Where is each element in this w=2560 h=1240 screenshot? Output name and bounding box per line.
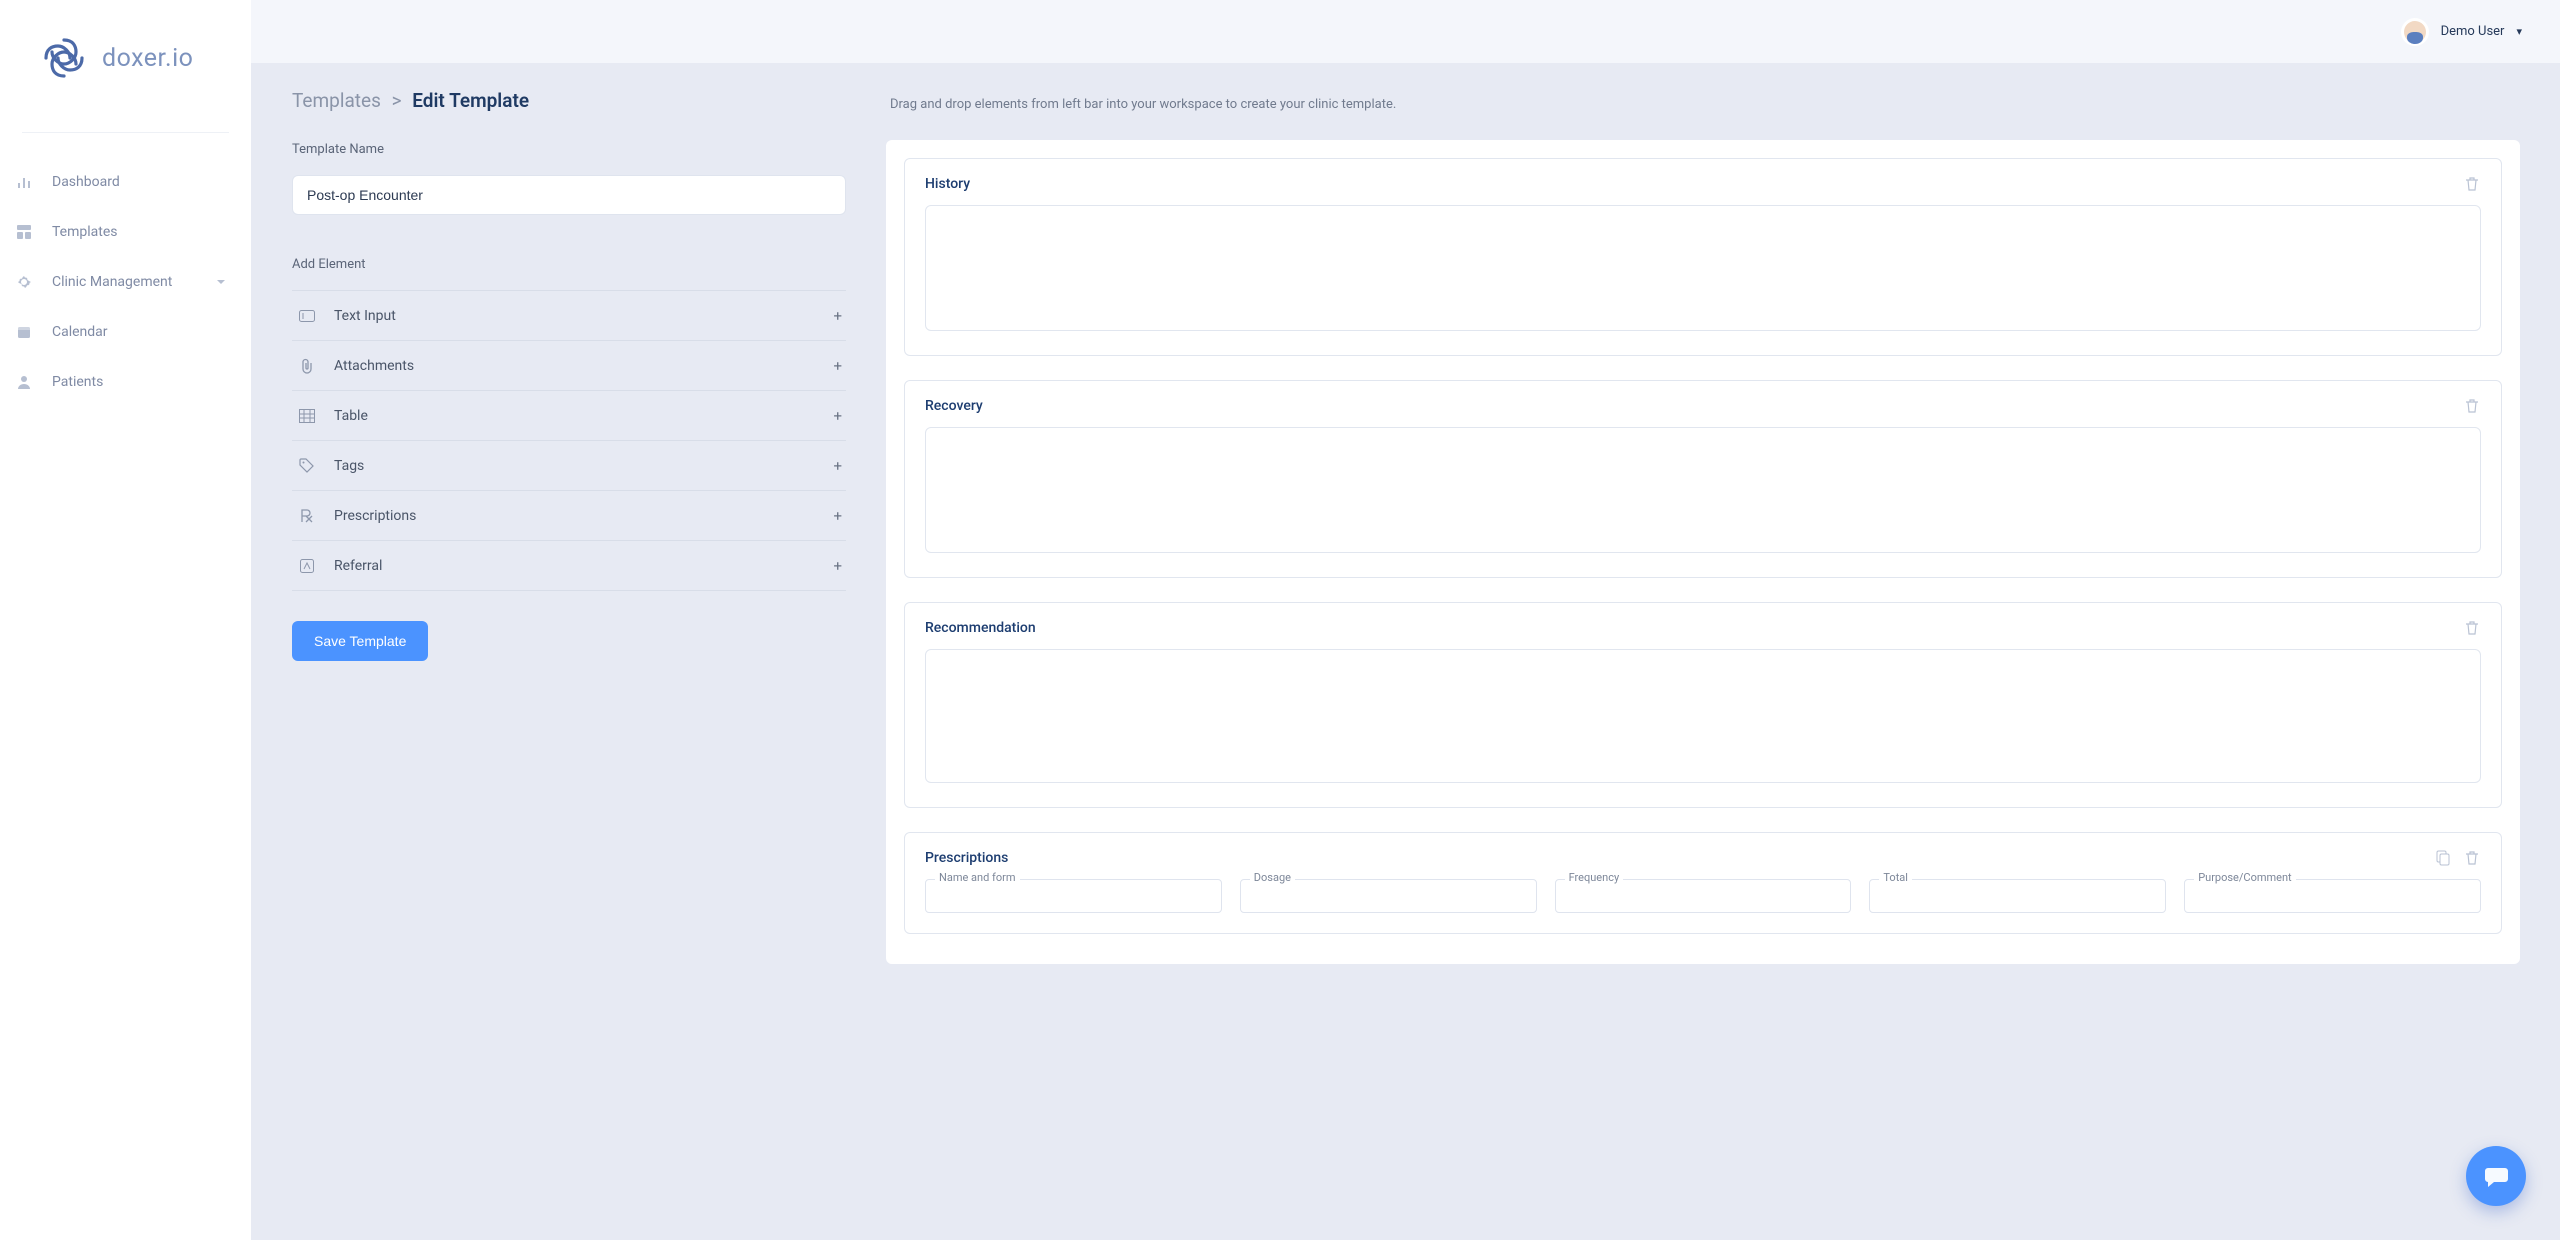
delete-card-button[interactable] <box>2463 849 2481 867</box>
rx-dosage-input[interactable] <box>1240 879 1537 913</box>
breadcrumb-current: Edit Template <box>412 89 529 112</box>
sidebar-item-templates[interactable]: Templates <box>0 207 251 257</box>
rx-name-label: Name and form <box>935 871 1020 884</box>
recommendation-textarea[interactable] <box>925 649 2481 783</box>
sidebar-item-label: Dashboard <box>52 174 120 190</box>
element-referral[interactable]: Referral + <box>292 541 846 591</box>
plus-icon: + <box>833 507 842 525</box>
brand-name: doxer.io <box>102 44 193 73</box>
card-title: Recovery <box>925 398 983 414</box>
workspace-hint: Drag and drop elements from left bar int… <box>890 97 2520 112</box>
rx-purpose-input[interactable] <box>2184 879 2481 913</box>
card-title: History <box>925 176 970 192</box>
card-prescriptions[interactable]: Prescriptions Name and form <box>904 832 2502 934</box>
card-history[interactable]: History <box>904 158 2502 356</box>
element-label: Tags <box>334 458 364 474</box>
builder-panel: Templates > Edit Template Template Name … <box>251 89 886 1240</box>
rx-name-input[interactable] <box>925 879 1222 913</box>
element-table[interactable]: Table + <box>292 391 846 441</box>
plus-icon: + <box>833 557 842 575</box>
delete-card-button[interactable] <box>2463 397 2481 415</box>
calendar-icon <box>14 322 34 342</box>
card-recommendation[interactable]: Recommendation <box>904 602 2502 808</box>
sidebar-item-label: Clinic Management <box>52 274 172 290</box>
user-avatar-icon[interactable] <box>2401 18 2429 46</box>
rx-total-field: Total <box>1869 879 2166 913</box>
sidebar-item-label: Templates <box>52 224 118 240</box>
rx-total-label: Total <box>1879 871 1912 884</box>
save-template-button[interactable]: Save Template <box>292 621 428 661</box>
chat-icon <box>2482 1162 2510 1190</box>
element-text-input[interactable]: Text Input + <box>292 291 846 341</box>
workspace: Drag and drop elements from left bar int… <box>886 89 2560 1240</box>
sidebar-item-clinic-management[interactable]: Clinic Management <box>0 257 251 307</box>
breadcrumb-parent[interactable]: Templates <box>292 89 381 112</box>
bar-chart-icon <box>14 172 34 192</box>
card-title: Recommendation <box>925 620 1036 636</box>
sidebar-nav: Dashboard Templates Clinic Management Ca… <box>0 157 251 407</box>
tag-icon <box>298 457 316 475</box>
text-input-icon <box>298 307 316 325</box>
rx-purpose-label: Purpose/Comment <box>2194 871 2295 884</box>
label-template-name: Template Name <box>292 142 846 157</box>
logo-icon <box>40 34 88 82</box>
chevron-down-icon <box>211 272 231 292</box>
rx-purpose-field: Purpose/Comment <box>2184 879 2481 913</box>
user-name[interactable]: Demo User <box>2441 24 2505 39</box>
recovery-textarea[interactable] <box>925 427 2481 553</box>
plus-icon: + <box>833 407 842 425</box>
element-label: Prescriptions <box>334 508 416 524</box>
delete-card-button[interactable] <box>2463 175 2481 193</box>
label-add-element: Add Element <box>292 257 846 272</box>
sidebar-item-label: Calendar <box>52 324 108 340</box>
template-name-input[interactable] <box>292 175 846 215</box>
rx-frequency-field: Frequency <box>1555 879 1852 913</box>
plus-icon: + <box>833 357 842 375</box>
table-icon <box>298 407 316 425</box>
breadcrumb: Templates > Edit Template <box>292 89 846 112</box>
element-label: Referral <box>334 558 382 574</box>
plus-icon: + <box>833 457 842 475</box>
sidebar-item-label: Patients <box>52 374 103 390</box>
rx-dosage-field: Dosage <box>1240 879 1537 913</box>
rx-frequency-input[interactable] <box>1555 879 1852 913</box>
rx-name-field: Name and form <box>925 879 1222 913</box>
card-recovery[interactable]: Recovery <box>904 380 2502 578</box>
sidebar-divider <box>22 132 229 133</box>
rx-icon <box>298 507 316 525</box>
element-label: Table <box>334 408 368 424</box>
plus-icon: + <box>833 307 842 325</box>
rx-dosage-label: Dosage <box>1250 871 1295 884</box>
delete-card-button[interactable] <box>2463 619 2481 637</box>
templates-icon <box>14 222 34 242</box>
element-label: Attachments <box>334 358 414 374</box>
sidebar-item-calendar[interactable]: Calendar <box>0 307 251 357</box>
user-icon <box>14 372 34 392</box>
element-list: Text Input + Attachments + Table + <box>292 290 846 591</box>
element-attachments[interactable]: Attachments + <box>292 341 846 391</box>
rx-frequency-label: Frequency <box>1565 871 1624 884</box>
chevron-down-icon[interactable]: ▾ <box>2516 25 2522 38</box>
prescription-row: Name and form Dosage Frequency <box>925 879 2481 913</box>
element-label: Text Input <box>334 308 396 324</box>
topbar: Demo User ▾ <box>251 0 2560 63</box>
main: Demo User ▾ Templates > Edit Template Te… <box>251 0 2560 1240</box>
content: Templates > Edit Template Template Name … <box>251 63 2560 1240</box>
chat-launcher-button[interactable] <box>2466 1146 2526 1206</box>
sidebar: doxer.io Dashboard Templates Clinic Mana… <box>0 0 251 1240</box>
element-tags[interactable]: Tags + <box>292 441 846 491</box>
duplicate-card-button[interactable] <box>2433 849 2451 867</box>
sidebar-item-dashboard[interactable]: Dashboard <box>0 157 251 207</box>
element-prescriptions[interactable]: Prescriptions + <box>292 491 846 541</box>
referral-icon <box>298 557 316 575</box>
canvas[interactable]: History Recovery <box>886 140 2520 964</box>
sidebar-item-patients[interactable]: Patients <box>0 357 251 407</box>
rx-total-input[interactable] <box>1869 879 2166 913</box>
breadcrumb-sep: > <box>392 89 402 112</box>
card-title: Prescriptions <box>925 850 1008 866</box>
gear-icon <box>14 272 34 292</box>
paperclip-icon <box>298 357 316 375</box>
brand-logo[interactable]: doxer.io <box>0 34 251 82</box>
history-textarea[interactable] <box>925 205 2481 331</box>
